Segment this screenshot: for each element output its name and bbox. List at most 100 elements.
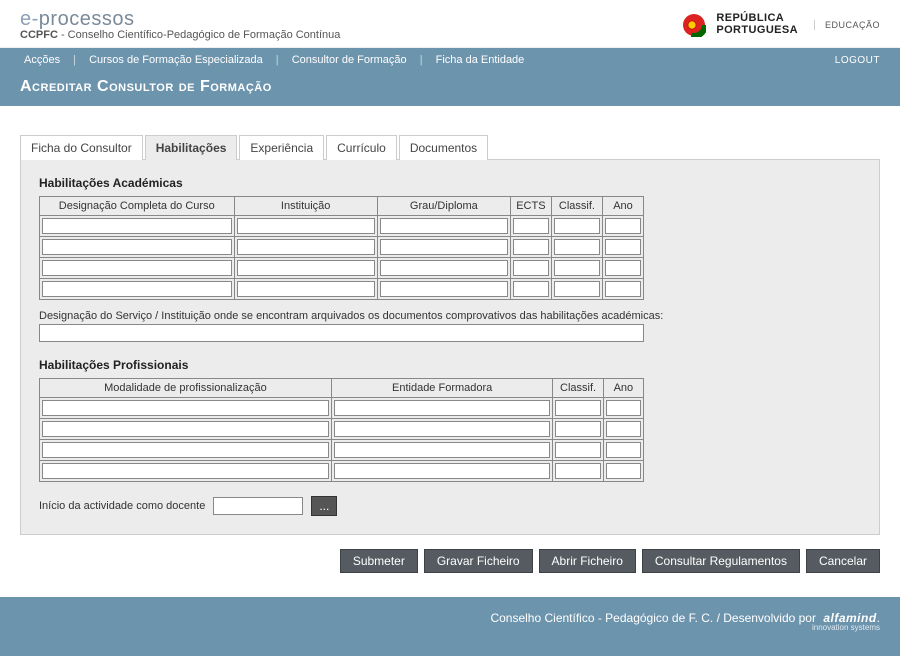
academ-cell-input[interactable] bbox=[554, 260, 600, 276]
table-row bbox=[40, 258, 644, 279]
academ-cell-input[interactable] bbox=[380, 218, 508, 234]
nav-item-0[interactable]: Acções bbox=[20, 54, 64, 66]
tab-habilitacoes[interactable]: Habilitações bbox=[145, 135, 238, 160]
logo-main: processos bbox=[39, 8, 135, 30]
prof-cell-input[interactable] bbox=[334, 442, 550, 458]
academ-cell-input[interactable] bbox=[237, 218, 375, 234]
submit-button[interactable]: Submeter bbox=[340, 549, 418, 573]
academ-cell-input[interactable] bbox=[554, 239, 600, 255]
prof-cell-input[interactable] bbox=[606, 421, 641, 437]
tab-strip: Ficha do Consultor Habilitações Experiên… bbox=[20, 134, 880, 160]
inicio-row: Início da actividade como docente ... bbox=[39, 496, 861, 516]
prof-cell-input[interactable] bbox=[42, 442, 329, 458]
org-subtitle: CCPFC - Conselho Científico-Pedagógico d… bbox=[20, 29, 340, 41]
nav-links: Acções | Cursos de Formação Especializad… bbox=[20, 54, 528, 66]
tab-experiencia[interactable]: Experiência bbox=[239, 135, 324, 160]
academ-col-1: Instituição bbox=[234, 197, 377, 216]
logo-prefix: e- bbox=[20, 8, 39, 30]
academ-cell-input[interactable] bbox=[513, 260, 549, 276]
academ-cell-input[interactable] bbox=[605, 239, 641, 255]
top-header: e-processos CCPFC - Conselho Científico-… bbox=[0, 0, 900, 48]
academ-cell-input[interactable] bbox=[380, 239, 508, 255]
academ-cell-input[interactable] bbox=[554, 281, 600, 297]
prof-table: Modalidade de profissionalizaçãoEntidade… bbox=[39, 378, 644, 482]
nav-sep: | bbox=[414, 54, 429, 66]
table-row bbox=[40, 461, 644, 482]
academ-cell-input[interactable] bbox=[42, 260, 232, 276]
academ-cell-input[interactable] bbox=[237, 260, 375, 276]
logout-link[interactable]: LOGOUT bbox=[835, 55, 880, 66]
nav-sep: | bbox=[67, 54, 82, 66]
nav-item-2[interactable]: Consultor de Formação bbox=[288, 54, 411, 66]
academ-col-3: ECTS bbox=[510, 197, 551, 216]
academ-cell-input[interactable] bbox=[380, 281, 508, 297]
tab-curriculo[interactable]: Currículo bbox=[326, 135, 397, 160]
prof-cell-input[interactable] bbox=[555, 463, 600, 479]
prof-cell-input[interactable] bbox=[555, 421, 600, 437]
regulations-button[interactable]: Consultar Regulamentos bbox=[642, 549, 800, 573]
table-row bbox=[40, 216, 644, 237]
academ-title: Habilitações Académicas bbox=[39, 176, 861, 190]
table-row bbox=[40, 237, 644, 258]
academ-cell-input[interactable] bbox=[554, 218, 600, 234]
academ-cell-input[interactable] bbox=[513, 239, 549, 255]
academ-cell-input[interactable] bbox=[513, 218, 549, 234]
academ-cell-input[interactable] bbox=[380, 260, 508, 276]
open-file-button[interactable]: Abrir Ficheiro bbox=[539, 549, 636, 573]
org-abbr: CCPFC bbox=[20, 29, 58, 41]
nav-sep: | bbox=[270, 54, 285, 66]
inicio-label: Início da actividade como docente bbox=[39, 500, 205, 512]
prof-cell-input[interactable] bbox=[334, 400, 550, 416]
cancel-button[interactable]: Cancelar bbox=[806, 549, 880, 573]
gov-line1: REPÚBLICA bbox=[716, 13, 798, 25]
academ-cell-input[interactable] bbox=[237, 239, 375, 255]
gov-text: REPÚBLICA PORTUGUESA bbox=[716, 13, 798, 36]
archive-input[interactable] bbox=[39, 324, 644, 342]
academ-cell-input[interactable] bbox=[42, 218, 232, 234]
footer: Conselho Científico - Pedagógico de F. C… bbox=[0, 597, 900, 656]
org-full: - Conselho Científico-Pedagógico de Form… bbox=[58, 29, 341, 41]
nav-item-3[interactable]: Ficha da Entidade bbox=[432, 54, 529, 66]
prof-col-1: Entidade Formadora bbox=[331, 379, 552, 398]
gov-block: REPÚBLICA PORTUGUESA EDUCAÇÃO bbox=[682, 13, 880, 37]
academ-col-0: Designação Completa do Curso bbox=[40, 197, 235, 216]
prof-cell-input[interactable] bbox=[555, 400, 600, 416]
prof-cell-input[interactable] bbox=[606, 442, 641, 458]
prof-cell-input[interactable] bbox=[334, 421, 550, 437]
nav-bar: Acções | Cursos de Formação Especializad… bbox=[0, 48, 900, 72]
table-row bbox=[40, 398, 644, 419]
tab-documentos[interactable]: Documentos bbox=[399, 135, 488, 160]
academ-cell-input[interactable] bbox=[605, 218, 641, 234]
academ-cell-input[interactable] bbox=[237, 281, 375, 297]
nav-item-1[interactable]: Cursos de Formação Especializada bbox=[85, 54, 267, 66]
prof-cell-input[interactable] bbox=[42, 421, 329, 437]
prof-cell-input[interactable] bbox=[606, 463, 641, 479]
inicio-input[interactable] bbox=[213, 497, 303, 515]
prof-col-3: Ano bbox=[603, 379, 643, 398]
footer-text: Conselho Científico - Pedagógico de F. C… bbox=[490, 611, 816, 625]
academ-cell-input[interactable] bbox=[42, 239, 232, 255]
prof-cell-input[interactable] bbox=[42, 463, 329, 479]
prof-cell-input[interactable] bbox=[555, 442, 600, 458]
table-row bbox=[40, 279, 644, 300]
academ-cell-input[interactable] bbox=[605, 281, 641, 297]
academ-cell-input[interactable] bbox=[42, 281, 232, 297]
app-logo: e-processos bbox=[20, 8, 340, 31]
prof-cell-input[interactable] bbox=[606, 400, 641, 416]
portugal-emblem-icon bbox=[682, 13, 706, 37]
table-row bbox=[40, 419, 644, 440]
academ-col-2: Grau/Diploma bbox=[377, 197, 510, 216]
tab-ficha-consultor[interactable]: Ficha do Consultor bbox=[20, 135, 143, 160]
academ-cell-input[interactable] bbox=[513, 281, 549, 297]
prof-col-2: Classif. bbox=[553, 379, 603, 398]
academ-col-4: Classif. bbox=[551, 197, 602, 216]
archive-label: Designação do Serviço / Instituição onde… bbox=[39, 310, 861, 322]
prof-col-0: Modalidade de profissionalização bbox=[40, 379, 332, 398]
prof-cell-input[interactable] bbox=[42, 400, 329, 416]
form-panel: Habilitações Académicas Designação Compl… bbox=[20, 160, 880, 535]
save-file-button[interactable]: Gravar Ficheiro bbox=[424, 549, 533, 573]
academ-cell-input[interactable] bbox=[605, 260, 641, 276]
inicio-picker-button[interactable]: ... bbox=[311, 496, 337, 516]
prof-cell-input[interactable] bbox=[334, 463, 550, 479]
action-row: Submeter Gravar Ficheiro Abrir Ficheiro … bbox=[20, 549, 880, 573]
